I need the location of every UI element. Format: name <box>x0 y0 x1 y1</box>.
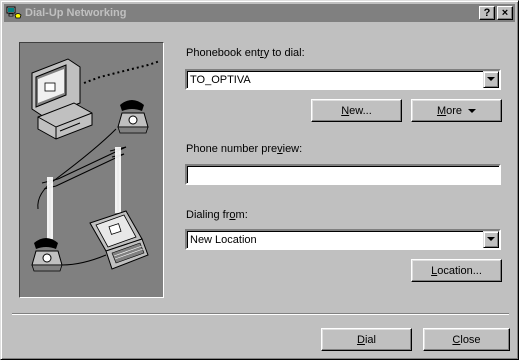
dialing-from-dropdown[interactable]: New Location <box>185 229 501 250</box>
dial-button[interactable]: Dial <box>321 328 412 351</box>
phone-number-preview-label: Phone number preview: <box>186 143 303 155</box>
phonebook-entry-label: Phonebook entry to dial: <box>186 47 305 59</box>
dropdown-arrow-icon[interactable] <box>483 231 499 248</box>
phonebook-entry-value: TO_OPTIVA <box>190 74 251 86</box>
title-bar[interactable]: Dial-Up Networking ? × <box>4 4 515 22</box>
dial-up-networking-icon <box>6 5 22 21</box>
connection-illustration <box>19 42 164 298</box>
new-button[interactable]: New... <box>311 99 402 122</box>
close-window-button[interactable]: × <box>497 6 513 20</box>
location-button[interactable]: Location... <box>411 259 502 282</box>
dropdown-arrow-icon[interactable] <box>483 71 499 88</box>
dial-up-networking-dialog: Dial-Up Networking ? × Phonebook entry t… <box>0 0 519 360</box>
dialing-from-label: Dialing from: <box>186 209 248 221</box>
telephone-icon <box>117 100 149 134</box>
phonebook-entry-dropdown[interactable]: TO_OPTIVA <box>185 69 501 90</box>
help-button[interactable]: ? <box>479 6 495 20</box>
laptop-icon <box>61 210 149 270</box>
close-button[interactable]: Close <box>423 328 510 351</box>
telephone-icon-bottom <box>31 238 63 272</box>
dialing-from-value: New Location <box>190 234 257 246</box>
phone-number-preview-field <box>185 164 501 185</box>
chevron-down-icon <box>468 105 477 117</box>
separator <box>12 313 509 315</box>
more-button[interactable]: More <box>411 99 502 122</box>
computer-icon <box>31 58 93 140</box>
window-title: Dial-Up Networking <box>25 7 127 19</box>
